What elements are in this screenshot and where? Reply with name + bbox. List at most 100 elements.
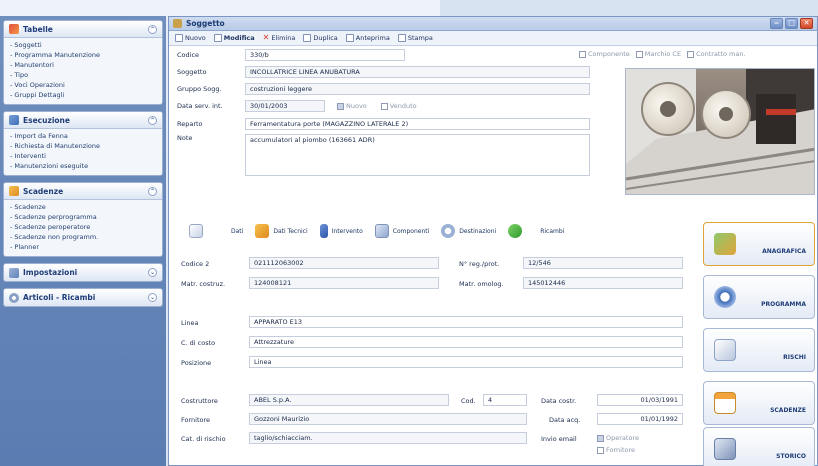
- nav-item[interactable]: - Voci Operazioni: [10, 80, 156, 90]
- new-document-icon: [175, 34, 183, 42]
- refresh-icon: [508, 224, 523, 238]
- nav-group-header[interactable]: Impostazioni ⌄: [4, 264, 162, 281]
- chevron-up-icon[interactable]: ⌃: [148, 186, 157, 196]
- posizione-field[interactable]: Linea: [249, 356, 683, 368]
- soggetto-window: Soggetto ‒ □ ✕ Nuovo Modifica ✕ Elimina D…: [168, 16, 818, 466]
- nav-item[interactable]: - Manutenzioni eseguite: [10, 161, 156, 171]
- nav-group-tabelle: Tabelle ⌃ - Soggetti - Programma Manuten…: [3, 20, 163, 105]
- componente-checkbox[interactable]: Componente: [579, 50, 630, 58]
- email-fornitore-checkbox[interactable]: Fornitore: [597, 446, 635, 454]
- edit-button[interactable]: Modifica: [213, 34, 255, 42]
- data-costr-label: Data costr.: [541, 397, 577, 405]
- nav-group-header[interactable]: Articoli - Ricambi ⌄: [4, 289, 162, 306]
- edit-icon: [213, 34, 222, 42]
- delete-button[interactable]: ✕ Elimina: [263, 34, 296, 43]
- window-titlebar[interactable]: Soggetto ‒ □ ✕: [169, 17, 817, 31]
- anagrafica-button[interactable]: ANAGRAFICA: [703, 222, 815, 266]
- close-button[interactable]: ✕: [800, 18, 813, 29]
- cod-field[interactable]: 4: [483, 394, 527, 406]
- hand-icon: [255, 224, 270, 238]
- nreg-field[interactable]: 12/546: [523, 257, 683, 269]
- machine-image: [626, 69, 814, 194]
- tab-intervento[interactable]: Intervento: [319, 224, 363, 238]
- gruppo-field[interactable]: costruzioni leggere: [245, 83, 590, 95]
- chevron-down-icon[interactable]: ⌄: [148, 293, 157, 302]
- nav-item[interactable]: - Manutentori: [10, 60, 156, 70]
- scadenze-label: SCADENZE: [770, 407, 806, 414]
- scadenze-button[interactable]: SCADENZE: [703, 381, 815, 425]
- nav-item[interactable]: - Import da Fenna: [10, 131, 156, 141]
- nav-group-header[interactable]: Scadenze ⌃: [4, 183, 162, 200]
- ruler-pencil-icon: [714, 233, 736, 255]
- rischi-button[interactable]: RISCHI: [703, 328, 815, 372]
- checkbox-box: [380, 102, 388, 110]
- tab-dati[interactable]: Dati: [189, 224, 243, 238]
- codice2-field[interactable]: 021112063002: [249, 257, 439, 269]
- chevron-down-icon[interactable]: ⌄: [148, 268, 157, 277]
- checkbox-box: [687, 50, 695, 58]
- nav-item[interactable]: - Scadenze non programm.: [10, 232, 156, 242]
- note-textarea[interactable]: accumulatori al piombo (163661 ADR): [245, 134, 590, 176]
- venduto-checkbox[interactable]: Venduto: [380, 102, 417, 110]
- gear-icon: [9, 292, 19, 303]
- nav-item[interactable]: - Tipo: [10, 70, 156, 80]
- tab-ricambi[interactable]: Ricambi: [508, 224, 564, 238]
- nuovo-checkbox[interactable]: Nuovo: [337, 102, 367, 110]
- nav-item[interactable]: - Soggetti: [10, 40, 156, 50]
- programma-button[interactable]: PROGRAMMA: [703, 275, 815, 319]
- email-operatore-checkbox[interactable]: Operatore: [597, 434, 639, 442]
- contratto-checkbox[interactable]: Contratto man.: [687, 50, 746, 58]
- calendar-icon: [9, 186, 19, 196]
- codice-field[interactable]: 330/b: [245, 49, 405, 61]
- nav-item[interactable]: - Scadenze peroperatore: [10, 222, 156, 232]
- nav-group-header[interactable]: Tabelle ⌃: [4, 21, 162, 38]
- data-costr-field[interactable]: 01/03/1991: [597, 394, 683, 406]
- linea-field[interactable]: APPARATO E13: [249, 316, 683, 328]
- data-servizio-label: Data serv. int.: [177, 102, 223, 110]
- cdc-field[interactable]: Attrezzature: [249, 336, 683, 348]
- navigation-panel: Tabelle ⌃ - Soggetti - Programma Manuten…: [0, 16, 166, 466]
- window-title: Soggetto: [186, 19, 225, 28]
- copy-icon: [303, 34, 312, 42]
- duplicate-button[interactable]: Duplica: [303, 34, 338, 42]
- nav-item[interactable]: - Interventi: [10, 151, 156, 161]
- print-button[interactable]: Stampa: [397, 34, 433, 42]
- preview-button[interactable]: Anteprima: [345, 34, 390, 42]
- storico-button[interactable]: STORICO: [703, 427, 815, 466]
- tab-componenti[interactable]: Componenti: [374, 224, 429, 238]
- tab-destinazioni[interactable]: Destinazioni: [441, 224, 496, 238]
- minimize-button[interactable]: ‒: [770, 18, 783, 29]
- new-button[interactable]: Nuovo: [175, 34, 206, 42]
- chevron-up-icon[interactable]: ⌃: [148, 24, 157, 34]
- posizione-label: Posizione: [181, 359, 212, 367]
- nav-item[interactable]: - Programma Manutenzione: [10, 50, 156, 60]
- nav-item[interactable]: - Gruppi Dettagli: [10, 90, 156, 100]
- soggetto-field[interactable]: INCOLLATRICE LINEA ANUBATURA: [245, 66, 590, 78]
- costruttore-field[interactable]: ABEL S.p.A.: [249, 394, 449, 406]
- fornitore-field[interactable]: Gozzoni Maurizio: [249, 413, 527, 425]
- linea-label: Linea: [181, 319, 199, 327]
- tab-dati-tecnici[interactable]: Dati Tecnici: [255, 224, 308, 238]
- components-icon: [374, 224, 389, 238]
- matr-omolog-field[interactable]: 145012446: [523, 277, 683, 289]
- nav-item[interactable]: - Richiesta di Manutenzione: [10, 141, 156, 151]
- data-servizio-field[interactable]: 30/01/2003: [245, 100, 325, 112]
- data-acq-field[interactable]: 01/01/1992: [597, 413, 683, 425]
- marchio-ce-checkbox[interactable]: Marchio CE: [635, 50, 681, 58]
- checkbox-box: [597, 446, 604, 454]
- nav-group-header[interactable]: Esecuzione ⌃: [4, 112, 162, 129]
- nav-item[interactable]: - Planner: [10, 242, 156, 252]
- nav-item[interactable]: - Scadenze: [10, 202, 156, 212]
- reparto-field[interactable]: Ferramentatura porte (MAGAZZINO LATERALE…: [245, 118, 590, 130]
- cat-rischio-field[interactable]: taglio/schiacciam.: [249, 432, 527, 444]
- matr-costr-field[interactable]: 124008121: [249, 277, 439, 289]
- nav-item[interactable]: - Scadenze perprogramma: [10, 212, 156, 222]
- app-icon: [173, 19, 182, 28]
- nav-group-title: Articoli - Ricambi: [23, 293, 96, 302]
- maximize-button[interactable]: □: [785, 18, 798, 29]
- fornitore-label: Fornitore: [181, 416, 211, 424]
- nav-group-title: Esecuzione: [23, 115, 70, 125]
- cod-label: Cod.: [461, 397, 476, 405]
- invio-email-label: Invio email: [541, 435, 577, 443]
- chevron-up-icon[interactable]: ⌃: [148, 115, 157, 125]
